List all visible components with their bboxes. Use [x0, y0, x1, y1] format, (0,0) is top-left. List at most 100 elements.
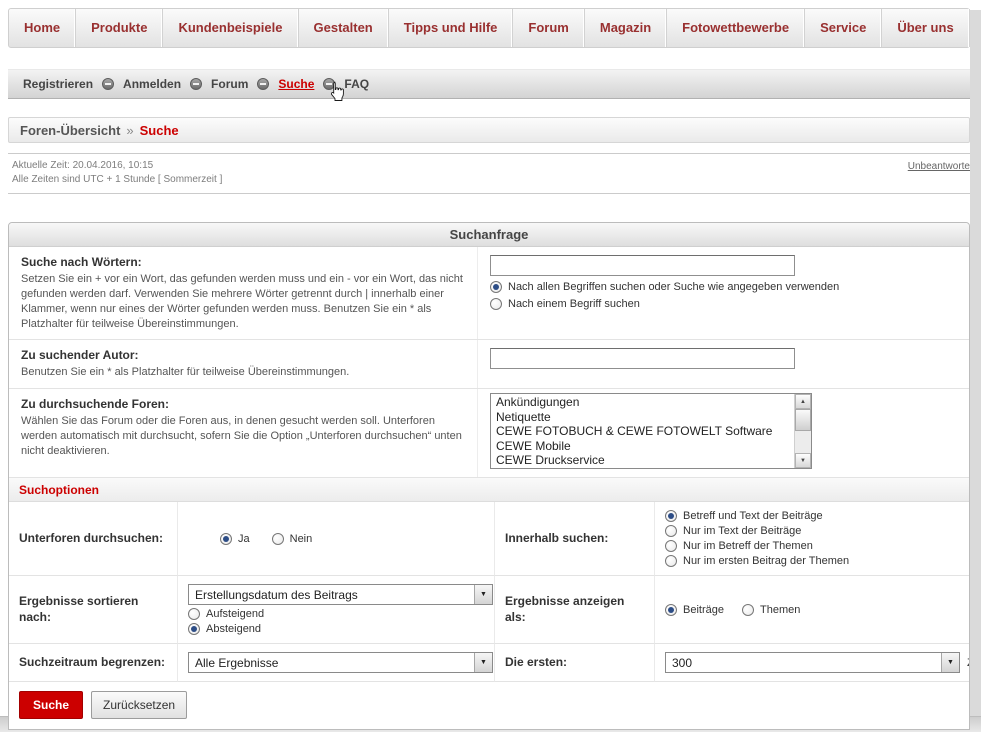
- button-row: Suche Zurücksetzen: [9, 682, 969, 729]
- nav-tab-kundenbeispiele[interactable]: Kundenbeispiele: [163, 9, 298, 47]
- return-first-select[interactable]: 300 ▼: [665, 652, 960, 673]
- current-time-text: Aktuelle Zeit: 20.04.2016, 10:15: [12, 159, 222, 173]
- return-first-label: Die ersten:: [505, 655, 644, 671]
- sort-by-label-cell: Ergebnisse sortieren nach:: [9, 576, 177, 644]
- radio-themen[interactable]: [742, 604, 754, 616]
- sort-by-select[interactable]: Erstellungsdatum des Beitrags ▼: [188, 584, 493, 605]
- display-as-themen[interactable]: Themen: [742, 604, 800, 616]
- nav-tab-ueber-uns[interactable]: Über uns: [882, 9, 969, 47]
- scroll-up-icon[interactable]: ▲: [795, 394, 811, 409]
- return-first-suffix: Zei: [967, 657, 969, 669]
- listbox-option[interactable]: Netiquette: [491, 410, 794, 425]
- nav-tab-gestalten[interactable]: Gestalten: [299, 9, 389, 47]
- main-navigation: Home Produkte Kundenbeispiele Gestalten …: [8, 8, 970, 48]
- nav-tab-tipps-und-hilfe[interactable]: Tipps und Hilfe: [389, 9, 514, 47]
- sort-by-label: Ergebnisse sortieren nach:: [19, 594, 167, 625]
- nav-bullet-icon: [190, 78, 202, 90]
- forums-description: Wählen Sie das Forum oder die Foren aus,…: [21, 414, 463, 459]
- search-within-option-2[interactable]: Nur im Betreff der Themen: [665, 540, 959, 552]
- radio-aufsteigend[interactable]: [188, 608, 200, 620]
- author-label: Zu suchender Autor:: [21, 348, 463, 362]
- display-as-label-cell: Ergebnisse anzeigen als:: [494, 576, 654, 644]
- search-within-label-cell: Innerhalb suchen:: [494, 502, 654, 576]
- breadcrumb-current-link[interactable]: Suche: [140, 123, 179, 138]
- page: Home Produkte Kundenbeispiele Gestalten …: [8, 8, 970, 730]
- subforums-option-nein[interactable]: Nein: [272, 533, 313, 545]
- forums-listbox[interactable]: Ankündigungen Netiquette CEWE FOTOBUCH &…: [490, 393, 812, 469]
- chevron-down-icon[interactable]: ▼: [941, 653, 959, 672]
- nav-tab-forum[interactable]: Forum: [513, 9, 584, 47]
- search-within-option-1-label: Nur im Text der Beiträge: [683, 525, 801, 537]
- scroll-down-icon[interactable]: ▼: [795, 453, 811, 468]
- listbox-option[interactable]: Ankündigungen: [491, 395, 794, 410]
- subforums-option-ja[interactable]: Ja: [220, 533, 250, 545]
- subforums-nein-label: Nein: [290, 533, 313, 545]
- nav-tab-home[interactable]: Home: [9, 9, 76, 47]
- subforums-label: Unterforen durchsuchen:: [19, 531, 167, 547]
- forums-row: Zu durchsuchende Foren: Wählen Sie das F…: [9, 389, 969, 478]
- reset-button[interactable]: Zurücksetzen: [91, 691, 187, 719]
- display-as-themen-label: Themen: [760, 604, 800, 616]
- listbox-option[interactable]: CEWE Mobile: [491, 439, 794, 454]
- subforums-control-cell: Ja Nein: [177, 502, 494, 576]
- forum-nav-anmelden[interactable]: Anmelden: [123, 77, 181, 91]
- forum-nav-forum[interactable]: Forum: [211, 77, 248, 91]
- return-first-control-cell: 300 ▼ Zei: [654, 644, 969, 682]
- listbox-scrollbar[interactable]: ▲ ▼: [794, 394, 811, 468]
- radio-any-term[interactable]: [490, 298, 502, 310]
- search-within-option-0[interactable]: Betreff und Text der Beiträge: [665, 510, 959, 522]
- radio-absteigend[interactable]: [188, 623, 200, 635]
- search-submit-button[interactable]: Suche: [19, 691, 83, 719]
- keywords-option-all[interactable]: Nach allen Begriffen suchen oder Suche w…: [490, 281, 957, 293]
- radio-ja[interactable]: [220, 533, 232, 545]
- return-first-select-value: 300: [666, 656, 698, 670]
- nav-tab-service[interactable]: Service: [805, 9, 882, 47]
- sort-ascending-option[interactable]: Aufsteigend: [188, 608, 484, 620]
- keywords-input[interactable]: [490, 255, 795, 276]
- forums-label: Zu durchsuchende Foren:: [21, 397, 463, 411]
- nav-tab-magazin[interactable]: Magazin: [585, 9, 667, 47]
- limit-time-select[interactable]: Alle Ergebnisse ▼: [188, 652, 493, 673]
- search-within-option-1[interactable]: Nur im Text der Beiträge: [665, 525, 959, 537]
- scrollbar-track[interactable]: [795, 409, 811, 453]
- listbox-option[interactable]: CEWE Druckservice: [491, 453, 794, 468]
- breadcrumb: Foren-Übersicht » Suche: [8, 117, 970, 143]
- search-panel: Suchanfrage Suche nach Wörtern: Setzen S…: [8, 222, 970, 730]
- radio-erster-beitrag[interactable]: [665, 555, 677, 567]
- nav-tab-fotowettbewerbe[interactable]: Fotowettbewerbe: [667, 9, 805, 47]
- search-within-option-2-label: Nur im Betreff der Themen: [683, 540, 813, 552]
- radio-betreff-und-text[interactable]: [665, 510, 677, 522]
- sort-ascending-label: Aufsteigend: [206, 608, 264, 620]
- sort-by-control-cell: Erstellungsdatum des Beitrags ▼ Aufsteig…: [177, 576, 494, 644]
- forum-navigation: Registrieren Anmelden Forum Suche FAQ: [8, 69, 970, 99]
- author-input[interactable]: [490, 348, 795, 369]
- keywords-option-any[interactable]: Nach einem Begriff suchen: [490, 298, 957, 310]
- sort-descending-option[interactable]: Absteigend: [188, 623, 484, 635]
- breadcrumb-root-link[interactable]: Foren-Übersicht: [20, 123, 120, 138]
- forum-nav-registrieren[interactable]: Registrieren: [23, 77, 93, 91]
- radio-all-terms[interactable]: [490, 281, 502, 293]
- keywords-description: Setzen Sie ein + vor ein Wort, das gefun…: [21, 272, 463, 331]
- nav-tab-produkte[interactable]: Produkte: [76, 9, 163, 47]
- radio-beitraege[interactable]: [665, 604, 677, 616]
- unanswered-topics-link[interactable]: Unbeantworte: [908, 161, 970, 172]
- radio-nur-betreff[interactable]: [665, 540, 677, 552]
- display-as-label: Ergebnisse anzeigen als:: [505, 594, 644, 625]
- listbox-option[interactable]: CEWE FOTOBUCH & CEWE FOTOWELT Software: [491, 424, 794, 439]
- chevron-down-icon[interactable]: ▼: [474, 653, 492, 672]
- keywords-row: Suche nach Wörtern: Setzen Sie ein + vor…: [9, 247, 969, 340]
- forum-nav-faq[interactable]: FAQ: [344, 77, 369, 91]
- subforums-label-cell: Unterforen durchsuchen:: [9, 502, 177, 576]
- search-within-option-3[interactable]: Nur im ersten Beitrag der Themen: [665, 555, 959, 567]
- author-description: Benutzen Sie ein * als Platzhalter für t…: [21, 365, 463, 380]
- panel-title: Suchanfrage: [9, 223, 969, 247]
- radio-nur-text[interactable]: [665, 525, 677, 537]
- chevron-down-icon[interactable]: ▼: [474, 585, 492, 604]
- search-within-control-cell: Betreff und Text der Beiträge Nur im Tex…: [654, 502, 969, 576]
- limit-time-label-cell: Suchzeitraum begrenzen:: [9, 644, 177, 682]
- display-as-beitraege[interactable]: Beiträge: [665, 604, 724, 616]
- radio-nein[interactable]: [272, 533, 284, 545]
- limit-time-select-value: Alle Ergebnisse: [189, 656, 284, 670]
- forum-nav-suche[interactable]: Suche: [278, 77, 314, 91]
- scrollbar-thumb[interactable]: [795, 409, 811, 431]
